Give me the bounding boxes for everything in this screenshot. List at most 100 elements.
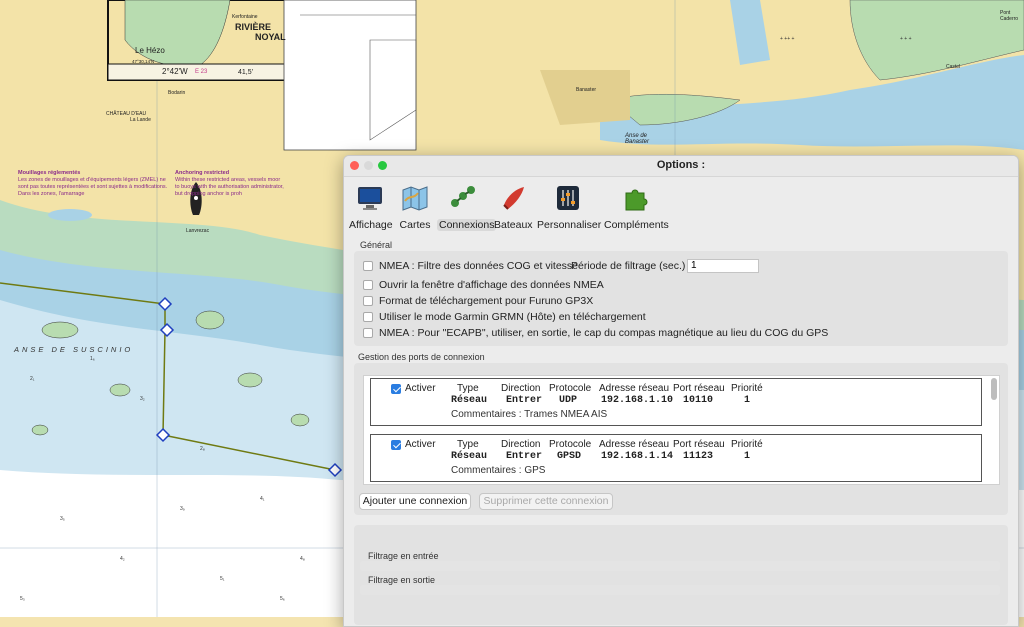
furuno-format-checkbox[interactable] bbox=[363, 296, 373, 306]
tab-complements[interactable]: Compléments bbox=[604, 183, 669, 231]
furuno-format-option[interactable]: Format de téléchargement pour Furuno GP3… bbox=[363, 295, 593, 307]
conn-comment: Commentaires : Trames NMEA AIS bbox=[451, 409, 608, 420]
header-priorite: Priorité bbox=[731, 439, 763, 450]
header-adresse: Adresse réseau bbox=[599, 383, 670, 394]
connection-row[interactable]: Activer Type Direction Protocole Adresse… bbox=[370, 378, 982, 426]
option-label: NMEA : Pour "ECAPB", utiliser, en sortie… bbox=[379, 327, 829, 339]
svg-text:4₈: 4₈ bbox=[300, 556, 305, 562]
input-filter-bar[interactable] bbox=[360, 561, 1000, 571]
ports-section-label: Gestion des ports de connexion bbox=[358, 352, 485, 362]
tab-personnaliser[interactable]: Personnaliser bbox=[537, 183, 601, 231]
conn-protocole: UDP bbox=[559, 395, 578, 406]
conn-priorite: 1 bbox=[744, 451, 751, 462]
chart-label-kerfontaine: Kerfontaine bbox=[232, 14, 258, 20]
svg-text:2₈: 2₈ bbox=[200, 446, 205, 452]
tab-bateaux[interactable]: Bateaux bbox=[494, 183, 533, 231]
conn-port: 10110 bbox=[683, 395, 714, 406]
chart-label-la-lande: La Lande bbox=[130, 117, 151, 123]
window-title: Options : bbox=[656, 159, 706, 171]
option-label: Ouvrir la fenêtre d'affichage des donnée… bbox=[379, 279, 604, 291]
tab-connexions[interactable]: Connexions bbox=[437, 183, 497, 231]
garmin-mode-checkbox[interactable] bbox=[363, 312, 373, 322]
activer-label: Activer bbox=[405, 383, 436, 394]
svg-text:5₁: 5₁ bbox=[220, 576, 225, 582]
chart-label-le-hezo: Le Hézo bbox=[135, 46, 165, 55]
option-label: Format de téléchargement pour Furuno GP3… bbox=[379, 295, 594, 307]
header-port: Port réseau bbox=[673, 439, 725, 450]
conn-protocole: GPSD bbox=[557, 451, 582, 462]
connection-list-scrollbar[interactable] bbox=[991, 378, 997, 400]
output-filter-label: Filtrage en sortie bbox=[368, 575, 436, 585]
conn-adresse: 192.168.1.10 bbox=[601, 395, 674, 406]
svg-text:5₃: 5₃ bbox=[20, 596, 25, 602]
conn-comment: Commentaires : GPS bbox=[451, 465, 546, 476]
conn-priorite: 1 bbox=[744, 395, 751, 406]
svg-text:+ ++ +: + ++ + bbox=[780, 36, 795, 42]
chart-note-mouillages: Mouillages réglementés Les zones de moui… bbox=[18, 170, 168, 198]
note-text: Within these restricted areas, vessels m… bbox=[175, 177, 284, 197]
chart-note-anchoring: Anchoring restricted Within these restri… bbox=[175, 170, 285, 198]
add-connection-button[interactable]: Ajouter une connexion bbox=[359, 493, 471, 510]
ecapb-checkbox[interactable] bbox=[363, 328, 373, 338]
nmea-filter-label: NMEA : Filtre des données COG et vitesse bbox=[379, 260, 578, 272]
conn-adresse: 192.168.1.14 bbox=[601, 451, 674, 462]
ecapb-option[interactable]: NMEA : Pour "ECAPB", utiliser, en sortie… bbox=[363, 327, 828, 339]
tab-cartes[interactable]: Cartes bbox=[398, 183, 432, 231]
tab-label: Affichage bbox=[349, 219, 393, 231]
nmea-filter-option[interactable]: NMEA : Filtre des données COG et vitesse bbox=[363, 260, 578, 272]
svg-text:3₂: 3₂ bbox=[140, 396, 145, 402]
tab-label: Connexions bbox=[437, 219, 497, 231]
filters-group bbox=[354, 525, 1008, 625]
title-bar[interactable]: Options : bbox=[344, 156, 1018, 177]
svg-text:+ + +: + + + bbox=[900, 36, 912, 42]
tab-label: Compléments bbox=[604, 219, 669, 231]
svg-text:1₆: 1₆ bbox=[90, 356, 95, 362]
activer-checkbox[interactable] bbox=[391, 440, 401, 450]
nmea-filter-checkbox[interactable] bbox=[363, 261, 373, 271]
chart-label-anse-suscinio: ANSE DE SUSCINIO bbox=[13, 345, 133, 354]
tab-affichage[interactable]: Affichage bbox=[349, 183, 393, 231]
header-protocole: Protocole bbox=[549, 383, 592, 394]
header-type: Type bbox=[457, 383, 479, 394]
open-nmea-window-option[interactable]: Ouvrir la fenêtre d'affichage des donnée… bbox=[363, 279, 604, 291]
puzzle-icon bbox=[625, 189, 648, 211]
monitor-icon bbox=[358, 187, 382, 210]
map-icon bbox=[402, 186, 428, 211]
garmin-mode-option[interactable]: Utiliser le mode Garmin GRMN (Hôte) en t… bbox=[363, 311, 646, 323]
output-filter-bar[interactable] bbox=[360, 585, 1000, 595]
conn-port: 11123 bbox=[683, 451, 714, 462]
chart-label-anse-banaster: Anse de Banaster bbox=[625, 133, 650, 145]
conn-type: Réseau bbox=[451, 451, 488, 462]
svg-text:4₂: 4₂ bbox=[120, 556, 125, 562]
note-text: Les zones de mouillages et d'équipements… bbox=[18, 177, 168, 197]
chart-label-coord-small: 47°30,14'N bbox=[132, 59, 155, 64]
boat-icon bbox=[502, 187, 524, 210]
sliders-icon bbox=[557, 186, 579, 210]
svg-text:3₅: 3₅ bbox=[60, 516, 65, 522]
tab-label: Bateaux bbox=[494, 219, 533, 231]
activer-checkbox[interactable] bbox=[391, 384, 401, 394]
connection-list[interactable]: Activer Type Direction Protocole Adresse… bbox=[363, 375, 1000, 485]
svg-text:3₉: 3₉ bbox=[180, 506, 185, 512]
connection-row[interactable]: Activer Type Direction Protocole Adresse… bbox=[370, 434, 982, 482]
conn-direction: Entrer bbox=[506, 451, 543, 462]
activer-label: Activer bbox=[405, 439, 436, 450]
filter-period-input[interactable]: 1 bbox=[687, 259, 759, 273]
open-nmea-window-checkbox[interactable] bbox=[363, 280, 373, 290]
chart-label-pont-caderro: Pont Caderro bbox=[1000, 10, 1019, 22]
chart-label-coord-val: 41,5' bbox=[238, 69, 253, 76]
svg-text:2₁: 2₁ bbox=[30, 376, 35, 382]
note-title: Mouillages réglementés bbox=[18, 170, 81, 176]
header-priorite: Priorité bbox=[731, 383, 763, 394]
chart-label-castel: Castel bbox=[946, 64, 961, 70]
tab-label: Cartes bbox=[399, 219, 431, 231]
remove-connection-button[interactable]: Supprimer cette connexion bbox=[479, 493, 613, 510]
preferences-toolbar: Affichage Cartes Connexions Bateaux Pers… bbox=[344, 177, 1018, 235]
header-direction: Direction bbox=[501, 439, 541, 450]
header-type: Type bbox=[457, 439, 479, 450]
note-title: Anchoring restricted bbox=[175, 170, 230, 176]
svg-text:5₆: 5₆ bbox=[280, 596, 285, 602]
input-filter-label: Filtrage en entrée bbox=[368, 551, 439, 561]
options-window: Options : Affichage Cartes Connexions Ba… bbox=[343, 155, 1019, 627]
filter-period-label: Période de filtrage (sec.) bbox=[571, 260, 686, 272]
